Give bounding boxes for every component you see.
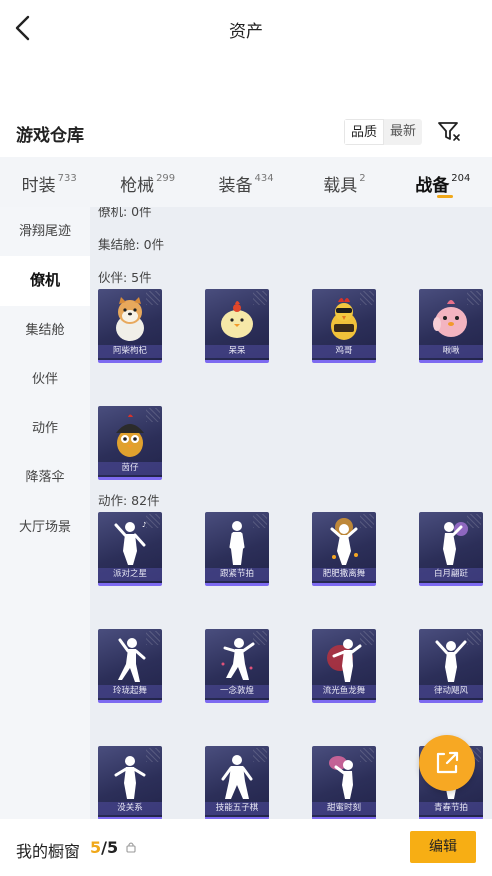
page-title: 资产 (229, 22, 263, 42)
sidebar-item-lobby-scene[interactable]: 大厅场景 (0, 503, 90, 552)
tab-equipment[interactable]: 装备 434 (197, 157, 295, 207)
sort-toggle: 品质 最新 (344, 119, 423, 145)
emote-card[interactable]: 一念敦煌 (205, 629, 269, 703)
sidebar-item-parachute[interactable]: 降落伞 (0, 453, 90, 502)
dancer-silhouette-figure (221, 755, 253, 799)
showcase-count: 5/5 (90, 838, 118, 857)
card-name: 呆呆 (205, 345, 269, 358)
showcase-total: 5 (106, 838, 119, 857)
title-bar: 资产 (0, 0, 492, 58)
active-tab-indicator (436, 195, 453, 198)
warehouse-title: 游戏仓库 (16, 126, 84, 146)
svg-text:♪: ♪ (142, 521, 146, 529)
card-name: 律动飓风 (419, 685, 483, 698)
tab-firearms[interactable]: 枪械 299 (98, 157, 196, 207)
section-label-partner: 伙伴: 5件 (98, 270, 152, 285)
card-name: 肥肥撒离舞 (312, 568, 376, 581)
card-name: 派对之星 (98, 568, 162, 581)
sidebar-item-wingman[interactable]: 僚机 (0, 256, 90, 306)
showcase-current: 5 (90, 838, 102, 857)
sort-newest-option[interactable]: 最新 (384, 119, 422, 145)
dancer-silhouette-figure (443, 522, 468, 565)
section-label-pod: 集结舱: 0件 (98, 237, 165, 252)
tab-fashion[interactable]: 时装 733 (0, 157, 98, 207)
card-name: 青春节拍 (419, 802, 483, 815)
item-list[interactable]: 僚机: 0件 集结舱: 0件 伙伴: 5件 阿柴枸杞 呆呆 鸡哥 啾啾 茵仔 动… (90, 207, 492, 819)
card-name: 没关系 (98, 802, 162, 815)
shiba-partner-figure (116, 297, 144, 341)
partner-card[interactable]: 呆呆 (205, 289, 269, 363)
chick-partner-figure (221, 301, 253, 338)
partner-card[interactable]: 鸡哥 (312, 289, 376, 363)
dancer-silhouette-figure (229, 521, 245, 565)
emote-card[interactable]: 律动飓风 (419, 629, 483, 703)
share-button[interactable] (419, 735, 475, 791)
card-name: 玲珑起舞 (98, 685, 162, 698)
rooster-partner-figure (331, 298, 357, 340)
lock-icon (126, 842, 136, 853)
category-tabs: 时装 733 枪械 299 装备 434 载具 2 战备 204 (0, 157, 492, 207)
card-name: 一念敦煌 (205, 685, 269, 698)
card-name: 技能五子棋 (205, 802, 269, 815)
helmet-chick-partner-figure (116, 414, 144, 457)
sidebar-item-partner[interactable]: 伙伴 (0, 355, 90, 404)
sidebar-item-emote[interactable]: 动作 (0, 404, 90, 453)
showcase-bar: 我的橱窗 5/5 编辑 (0, 819, 492, 876)
dancer-silhouette-figure: ♪ (114, 521, 146, 565)
partner-card[interactable]: 啾啾 (419, 289, 483, 363)
dancer-silhouette-figure (330, 518, 358, 565)
sidebar: 滑翔尾迹 僚机 集结舱 伙伴 动作 降落伞 大厅场景 (0, 207, 90, 819)
dancer-silhouette-figure (327, 639, 362, 682)
dancer-silhouette-figure (435, 640, 467, 682)
pink-bird-partner-figure (433, 300, 467, 337)
card-name: 阿柴枸杞 (98, 345, 162, 358)
card-name: 流光鱼龙舞 (312, 685, 376, 698)
sort-quality-option[interactable]: 品质 (344, 119, 385, 145)
card-name: 茵仔 (98, 462, 162, 475)
partner-card[interactable]: 阿柴枸杞 (98, 289, 162, 363)
card-name: 鸡哥 (312, 345, 376, 358)
emote-card[interactable]: 没关系 (98, 746, 162, 819)
asset-screen: 资产 游戏仓库 品质 最新 时装 733 枪械 299 装备 434 载具 2 战备 20… (0, 0, 492, 876)
sidebar-item-assembly-pod[interactable]: 集结舱 (0, 306, 90, 355)
emote-card[interactable]: ♪ 派对之星 (98, 512, 162, 586)
share-external-icon (436, 751, 459, 774)
partner-card[interactable]: 茵仔 (98, 406, 162, 480)
dancer-silhouette-figure (118, 638, 146, 682)
filter-icon[interactable] (436, 118, 462, 144)
tab-readiness[interactable]: 战备 204 (394, 157, 492, 207)
card-name: 白月翩跹 (419, 568, 483, 581)
showcase-label: 我的橱窗 (16, 842, 81, 861)
emote-card[interactable]: 甜蜜时刻 (312, 746, 376, 819)
card-name: 啾啾 (419, 345, 483, 358)
emote-card[interactable]: 白月翩跹 (419, 512, 483, 586)
section-label-wingman: 僚机: 0件 (98, 207, 152, 219)
emote-card[interactable]: 肥肥撒离舞 (312, 512, 376, 586)
emote-card[interactable]: 玲珑起舞 (98, 629, 162, 703)
tab-vehicles[interactable]: 载具 2 (295, 157, 393, 207)
dancer-silhouette-figure (114, 756, 146, 799)
sidebar-item-glide-trail[interactable]: 滑翔尾迹 (0, 207, 90, 256)
emote-card[interactable]: 跟紧节拍 (205, 512, 269, 586)
section-label-emote: 动作: 82件 (98, 493, 160, 508)
card-name: 跟紧节拍 (205, 568, 269, 581)
emote-card[interactable]: 技能五子棋 (205, 746, 269, 819)
card-name: 甜蜜时刻 (312, 802, 376, 815)
emote-card[interactable]: 流光鱼龙舞 (312, 629, 376, 703)
edit-button[interactable]: 编辑 (410, 831, 476, 863)
dancer-silhouette-figure (329, 756, 353, 799)
dancer-silhouette-figure (221, 638, 255, 680)
